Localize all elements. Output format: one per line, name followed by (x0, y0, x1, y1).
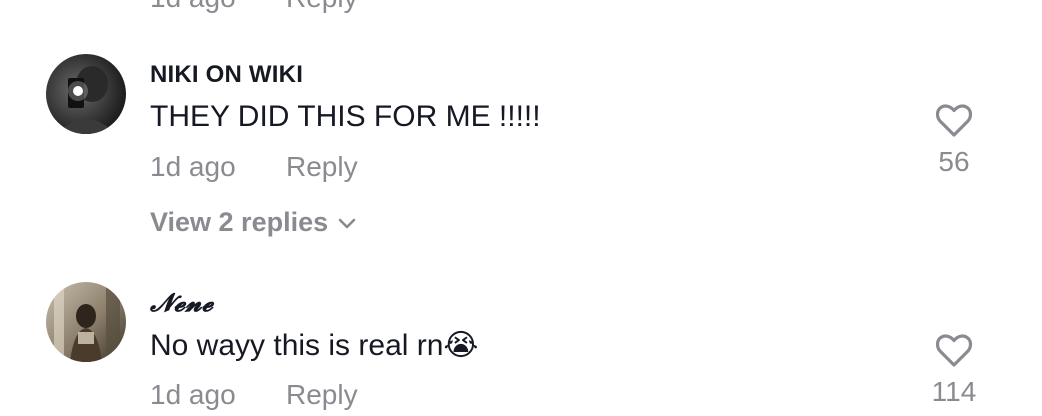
comment-text: No wayy this is real rn😭 (150, 329, 479, 362)
reply-button[interactable]: Reply (286, 151, 358, 183)
comment-timestamp: 1d ago (150, 0, 236, 14)
reply-button[interactable]: Reply (286, 0, 358, 14)
comment-timestamp: 1d ago (150, 379, 236, 410)
heart-outline-icon (935, 104, 973, 137)
comment-username[interactable]: NIKI ON WIKI (150, 61, 303, 89)
comment-username[interactable]: 𝓝𝓮𝓷𝓮 (150, 288, 213, 318)
like-count: 114 (931, 376, 977, 407)
reply-button[interactable]: Reply (286, 379, 358, 411)
like-button[interactable]: 114 (924, 334, 984, 408)
view-replies-button[interactable]: View 2 replies (150, 207, 356, 238)
like-button[interactable]: 56 (924, 104, 984, 178)
comment-text: THEY DID THIS FOR ME !!!!! (150, 100, 541, 133)
view-replies-label: View 2 replies (150, 207, 329, 237)
like-count: 56 (938, 146, 970, 177)
chevron-down-icon (338, 218, 356, 229)
comment-timestamp: 1d ago (150, 151, 236, 182)
avatar[interactable] (46, 282, 126, 362)
heart-outline-icon (935, 334, 973, 367)
avatar[interactable] (46, 54, 126, 134)
